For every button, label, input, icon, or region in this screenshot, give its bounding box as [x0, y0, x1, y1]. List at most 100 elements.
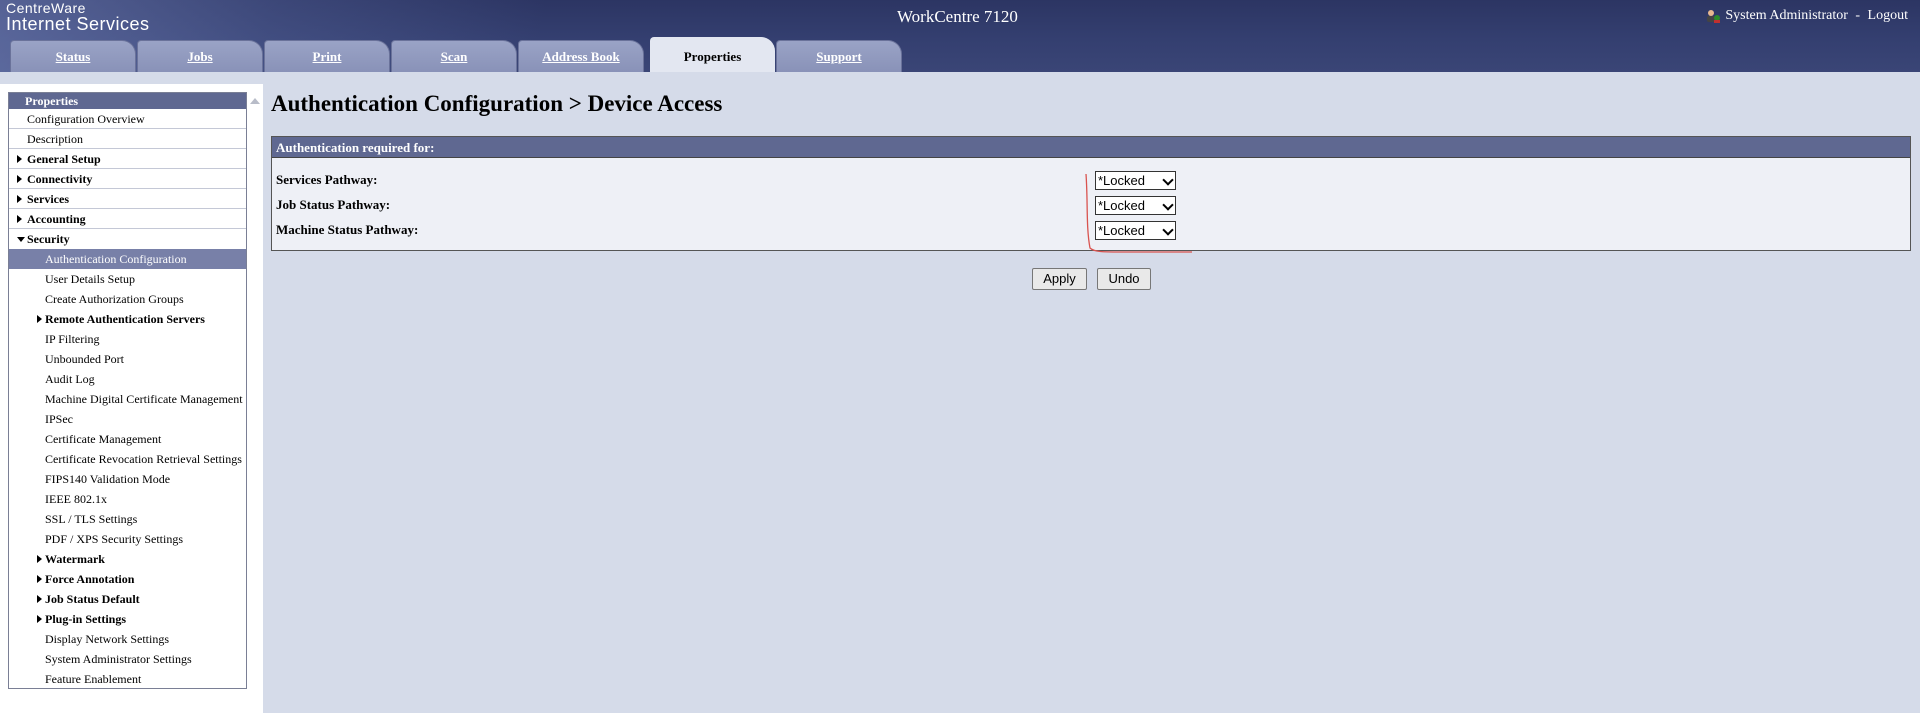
sidebar-item-label: Job Status Default [45, 592, 140, 606]
chevron-down-icon [1162, 199, 1174, 211]
select-value: *Locked [1098, 198, 1145, 213]
logout-link[interactable]: Logout [1868, 8, 1908, 24]
sidebar-item-ip-filtering[interactable]: IP Filtering [9, 329, 246, 349]
sidebar-item-label: Accounting [27, 212, 86, 226]
sidebar-item-label: Plug-in Settings [45, 612, 127, 626]
device-name: WorkCentre 7120 [897, 7, 1018, 26]
sidebar-item-label: Feature Enablement [45, 672, 142, 686]
sidebar-item-label: Force Annotation [45, 572, 135, 586]
sidebar-item-label: Watermark [45, 552, 105, 566]
page-title: Authentication Configuration > Device Ac… [271, 91, 723, 116]
select-value: *Locked [1098, 173, 1145, 188]
tab-scan[interactable]: Scan [391, 40, 517, 72]
expand-arrow-icon [17, 155, 22, 163]
device-access-panel: Authentication required for: Services Pa… [271, 136, 1911, 251]
sidebar-item-user-details-setup[interactable]: User Details Setup [9, 269, 246, 289]
logo-line2: Internet Services [6, 14, 150, 34]
sidebar-item-force-annotation[interactable]: Force Annotation [9, 569, 246, 589]
tab-support[interactable]: Support [776, 40, 902, 72]
sidebar-item-plug-in-settings[interactable]: Plug-in Settings [9, 609, 246, 629]
sidebar-item-accounting[interactable]: Accounting [9, 209, 246, 229]
job-status-pathway-label: Job Status Pathway: [276, 197, 391, 212]
sidebar-item-pdf-xps-security[interactable]: PDF / XPS Security Settings [9, 529, 246, 549]
sidebar-item-authentication-configuration[interactable]: Authentication Configuration [9, 249, 246, 269]
sidebar-item-description[interactable]: Description [9, 129, 246, 149]
tab-status[interactable]: Status [10, 40, 136, 72]
expand-arrow-icon [37, 575, 42, 583]
tab-address-book[interactable]: Address Book [518, 40, 644, 72]
panel-header: Authentication required for: [272, 137, 1910, 158]
sidebar-item-label: Display Network Settings [45, 632, 169, 646]
sidebar-item-label: Authentication Configuration [45, 252, 187, 266]
sidebar-item-certificate-management[interactable]: Certificate Management [9, 429, 246, 449]
sidebar-item-unbounded-port[interactable]: Unbounded Port [9, 349, 246, 369]
user-name: System Administrator [1725, 8, 1848, 23]
sidebar-item-job-status-default[interactable]: Job Status Default [9, 589, 246, 609]
sidebar-item-security[interactable]: Security [9, 229, 246, 249]
sidebar-item-label: Unbounded Port [45, 352, 124, 366]
expand-arrow-icon [17, 215, 22, 223]
select-value: *Locked [1098, 223, 1145, 238]
sidebar-header[interactable]: Properties [9, 93, 246, 109]
tab-jobs[interactable]: Jobs [137, 40, 263, 72]
user-area: System Administrator - Logout [1705, 8, 1908, 24]
sidebar-item-label: Machine Digital Certificate Management [45, 392, 243, 406]
services-pathway-select[interactable]: *Locked [1095, 171, 1176, 190]
logo: CentreWare Internet Services [6, 1, 150, 33]
sidebar-item-machine-digital-certificate[interactable]: Machine Digital Certificate Management [9, 389, 246, 409]
machine-status-pathway-label: Machine Status Pathway: [276, 222, 419, 237]
sidebar-item-system-administrator-settings[interactable]: System Administrator Settings [9, 649, 246, 669]
sidebar-item-fips140[interactable]: FIPS140 Validation Mode [9, 469, 246, 489]
job-status-pathway-select[interactable]: *Locked [1095, 196, 1176, 215]
sidebar-item-create-authorization-groups[interactable]: Create Authorization Groups [9, 289, 246, 309]
user-separator: - [1851, 8, 1864, 23]
sidebar-item-label: Services [27, 192, 69, 206]
sidebar-item-label: Certificate Revocation Retrieval Setting… [45, 452, 242, 466]
sidebar-item-configuration-overview[interactable]: Configuration Overview [9, 109, 246, 129]
services-pathway-label: Services Pathway: [276, 172, 378, 187]
sidebar-item-audit-log[interactable]: Audit Log [9, 369, 246, 389]
expand-arrow-icon [17, 195, 22, 203]
expand-arrow-icon [37, 615, 42, 623]
sidebar-item-general-setup[interactable]: General Setup [9, 149, 246, 169]
scroll-up-icon[interactable] [250, 98, 260, 104]
undo-button[interactable]: Undo [1097, 268, 1151, 290]
collapse-arrow-icon [17, 237, 25, 242]
apply-button[interactable]: Apply [1032, 268, 1087, 290]
sidebar-item-services[interactable]: Services [9, 189, 246, 209]
chevron-down-icon [1162, 174, 1174, 186]
expand-arrow-icon [37, 555, 42, 563]
sidebar-item-label: IP Filtering [45, 332, 100, 346]
sidebar-item-label: IEEE 802.1x [45, 492, 107, 506]
sidebar-item-label: Audit Log [45, 372, 95, 386]
tab-print[interactable]: Print [264, 40, 390, 72]
sidebar-item-label: PDF / XPS Security Settings [45, 532, 184, 546]
sidebar-item-label: Connectivity [27, 172, 93, 186]
sidebar-item-label: System Administrator Settings [45, 652, 192, 666]
sidebar-item-ipsec[interactable]: IPSec [9, 409, 246, 429]
sidebar-item-watermark[interactable]: Watermark [9, 549, 246, 569]
user-icon [1707, 10, 1721, 23]
sidebar-item-connectivity[interactable]: Connectivity [9, 169, 246, 189]
sidebar-item-display-network-settings[interactable]: Display Network Settings [9, 629, 246, 649]
sidebar-item-label: User Details Setup [45, 272, 135, 286]
sidebar-item-label: General Setup [27, 152, 101, 166]
sidebar-item-feature-enablement[interactable]: Feature Enablement [9, 669, 246, 688]
sidebar-item-ieee-8021x[interactable]: IEEE 802.1x [9, 489, 246, 509]
machine-status-pathway-select[interactable]: *Locked [1095, 221, 1176, 240]
chevron-down-icon [1162, 224, 1174, 236]
sidebar-nav: Properties Configuration Overview Descri… [8, 92, 247, 689]
sidebar-item-label: Description [27, 132, 83, 146]
app-header: CentreWare Internet Services WorkCentre … [0, 0, 1920, 72]
tab-properties[interactable]: Properties [650, 37, 775, 72]
sidebar-item-label: SSL / TLS Settings [45, 512, 138, 526]
sidebar-item-label: Security [27, 232, 70, 246]
sidebar-item-label: Create Authorization Groups [45, 292, 184, 306]
sidebar-item-label: Certificate Management [45, 432, 162, 446]
sidebar-item-ssl-tls[interactable]: SSL / TLS Settings [9, 509, 246, 529]
expand-arrow-icon [17, 175, 22, 183]
sidebar-scrollbar[interactable] [247, 84, 263, 713]
expand-arrow-icon [37, 315, 42, 323]
sidebar-item-remote-authentication-servers[interactable]: Remote Authentication Servers [9, 309, 246, 329]
sidebar-item-certificate-revocation[interactable]: Certificate Revocation Retrieval Setting… [9, 449, 246, 469]
